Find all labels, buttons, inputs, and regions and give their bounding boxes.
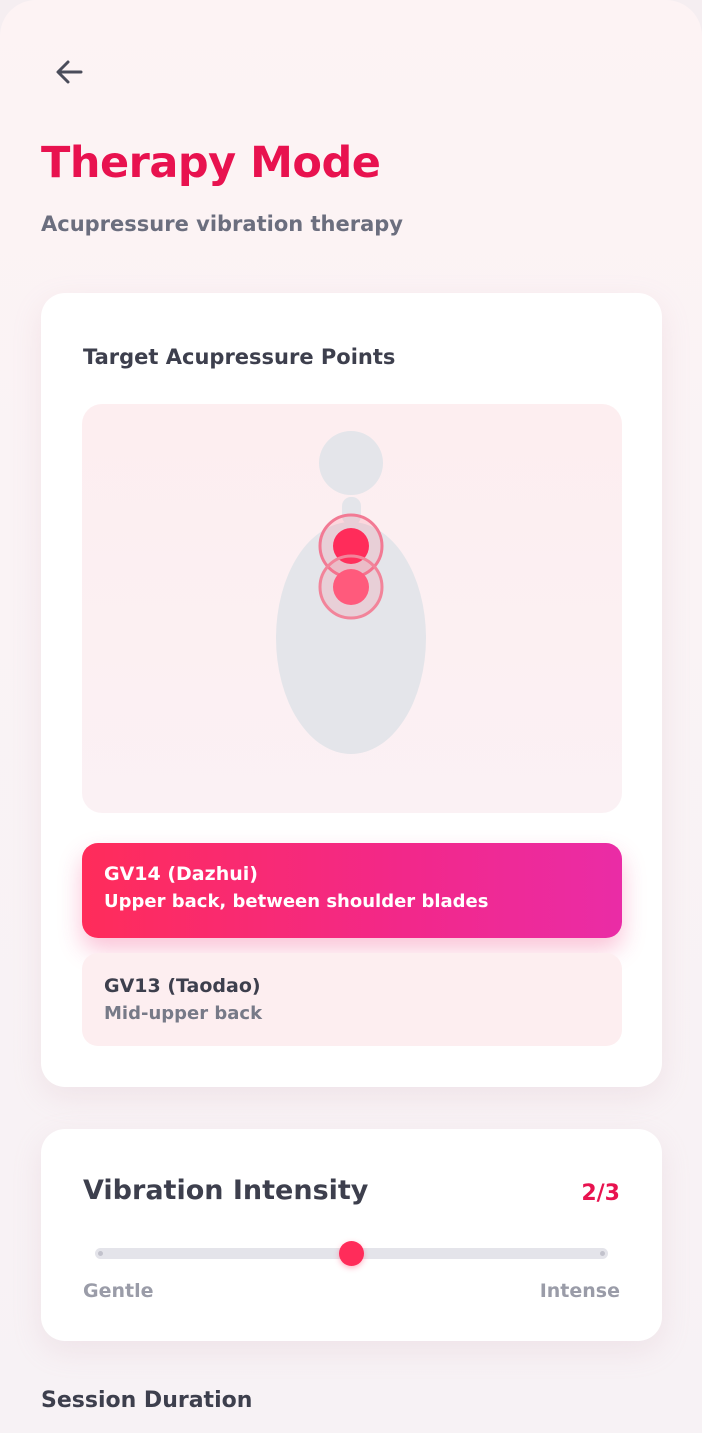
session-duration-heading: Session Duration	[41, 1388, 253, 1413]
vibration-intensity-card: Vibration Intensity 2/3 Gentle Intense	[41, 1129, 662, 1341]
page-title: Therapy Mode	[41, 138, 381, 188]
body-diagram	[276, 431, 426, 754]
acupoint-gv13-marker[interactable]	[333, 569, 369, 605]
point-description: Upper back, between shoulder blades	[104, 891, 489, 912]
point-name: GV13 (Taodao)	[104, 975, 261, 997]
point-option-gv14[interactable]: GV14 (Dazhui) Upper back, between should…	[82, 843, 622, 938]
slider-min-label: Gentle	[83, 1280, 154, 1302]
slider-max-label: Intense	[539, 1280, 620, 1302]
body-head	[319, 431, 383, 495]
point-description: Mid-upper back	[104, 1003, 263, 1024]
slider-tick-max	[600, 1251, 605, 1256]
intensity-title: Vibration Intensity	[83, 1175, 369, 1206]
page-subtitle: Acupressure vibration therapy	[41, 212, 403, 236]
back-button[interactable]	[50, 52, 90, 92]
therapy-mode-screen: Therapy Mode Acupressure vibration thera…	[0, 0, 702, 1433]
intensity-value: 2/3	[581, 1181, 620, 1206]
arrow-left-icon	[56, 60, 83, 84]
point-name: GV14 (Dazhui)	[104, 863, 258, 885]
points-card-heading: Target Acupressure Points	[83, 345, 396, 369]
slider-tick-min	[98, 1251, 103, 1256]
intensity-slider-thumb[interactable]	[339, 1241, 364, 1266]
acupressure-points-card: Target Acupressure Points GV14 (Dazhui) …	[41, 293, 662, 1087]
body-map	[82, 404, 622, 813]
point-option-gv13[interactable]: GV13 (Taodao) Mid-upper back	[82, 953, 622, 1046]
